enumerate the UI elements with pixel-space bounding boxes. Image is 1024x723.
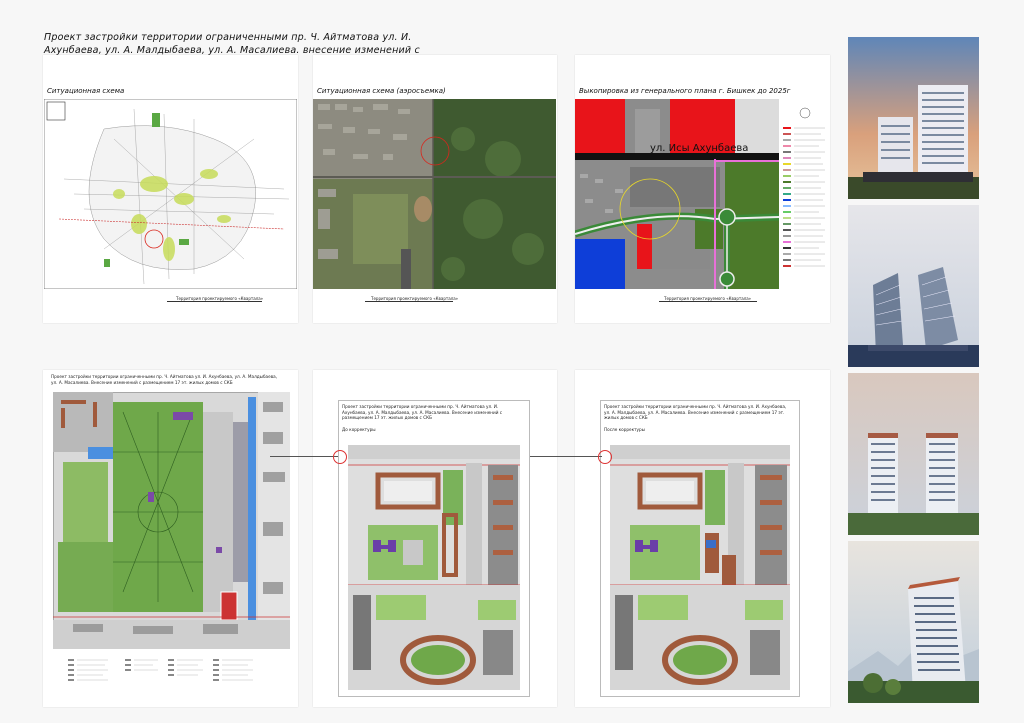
- panel-subtitle: Проект застройки территории ограниченным…: [342, 404, 522, 421]
- render-image-2: [848, 205, 979, 367]
- panel-aerial-scheme: Ситуационная схема (аэросъемка) Территор…: [313, 55, 557, 323]
- panel-before-correction: Проект застройки территории ограниченным…: [313, 370, 557, 707]
- render-image-1: [848, 37, 979, 199]
- master-plan-drawing: [53, 392, 290, 649]
- plan-legend: [783, 107, 825, 267]
- panel-master-plan: Проект застройки территории ограниченным…: [43, 370, 298, 707]
- panel-state-label: После корректуры: [604, 427, 645, 433]
- aerial-photo: [313, 99, 556, 289]
- panel-general-plan: Выкопировка из генерального плана г. Биш…: [575, 55, 830, 323]
- caption-line: [365, 301, 453, 302]
- caption-line: [659, 301, 757, 302]
- panel-label: Ситуационная схема (аэросъемка): [317, 87, 446, 95]
- street-label: ул. Исы Ахунбаева: [650, 143, 748, 154]
- highlight-circle: [333, 450, 347, 464]
- connector-line: [530, 456, 602, 457]
- after-plan-drawing: [610, 445, 790, 690]
- panel-situation-scheme: Ситуационная схема Территория проектируе…: [43, 55, 298, 323]
- panel-subtitle: Проект застройки территории ограниченным…: [51, 374, 281, 385]
- panel-caption: Территория проектируемого «Квартала»: [371, 296, 459, 301]
- panel-caption: Территория проектируемого «Квартала»: [664, 296, 752, 301]
- panel-caption: Территория проектируемого «Квартала»: [176, 296, 264, 301]
- document-sheet: Проект застройки территории ограниченным…: [0, 0, 1024, 723]
- situation-map: [44, 99, 297, 289]
- sheet-frame: Проект застройки территории ограниченным…: [600, 400, 800, 697]
- highlight-circle: [598, 450, 612, 464]
- render-image-4: [848, 541, 979, 703]
- render-image-3: [848, 373, 979, 535]
- connector-line: [270, 456, 338, 457]
- panel-subtitle: Проект застройки территории ограниченным…: [604, 404, 792, 421]
- caption-line: [167, 301, 262, 302]
- panel-after-correction: Проект застройки территории ограниченным…: [575, 370, 830, 707]
- before-plan-drawing: [348, 445, 520, 690]
- sheet-frame: Проект застройки территории ограниченным…: [338, 400, 530, 697]
- master-plan-legend: [68, 659, 253, 681]
- panel-state-label: До корректуры: [342, 427, 376, 433]
- panel-label: Выкопировка из генерального плана г. Биш…: [579, 87, 791, 95]
- panel-label: Ситуационная схема: [47, 87, 125, 95]
- general-plan-map: ул. Исы Ахунбаева: [575, 99, 779, 289]
